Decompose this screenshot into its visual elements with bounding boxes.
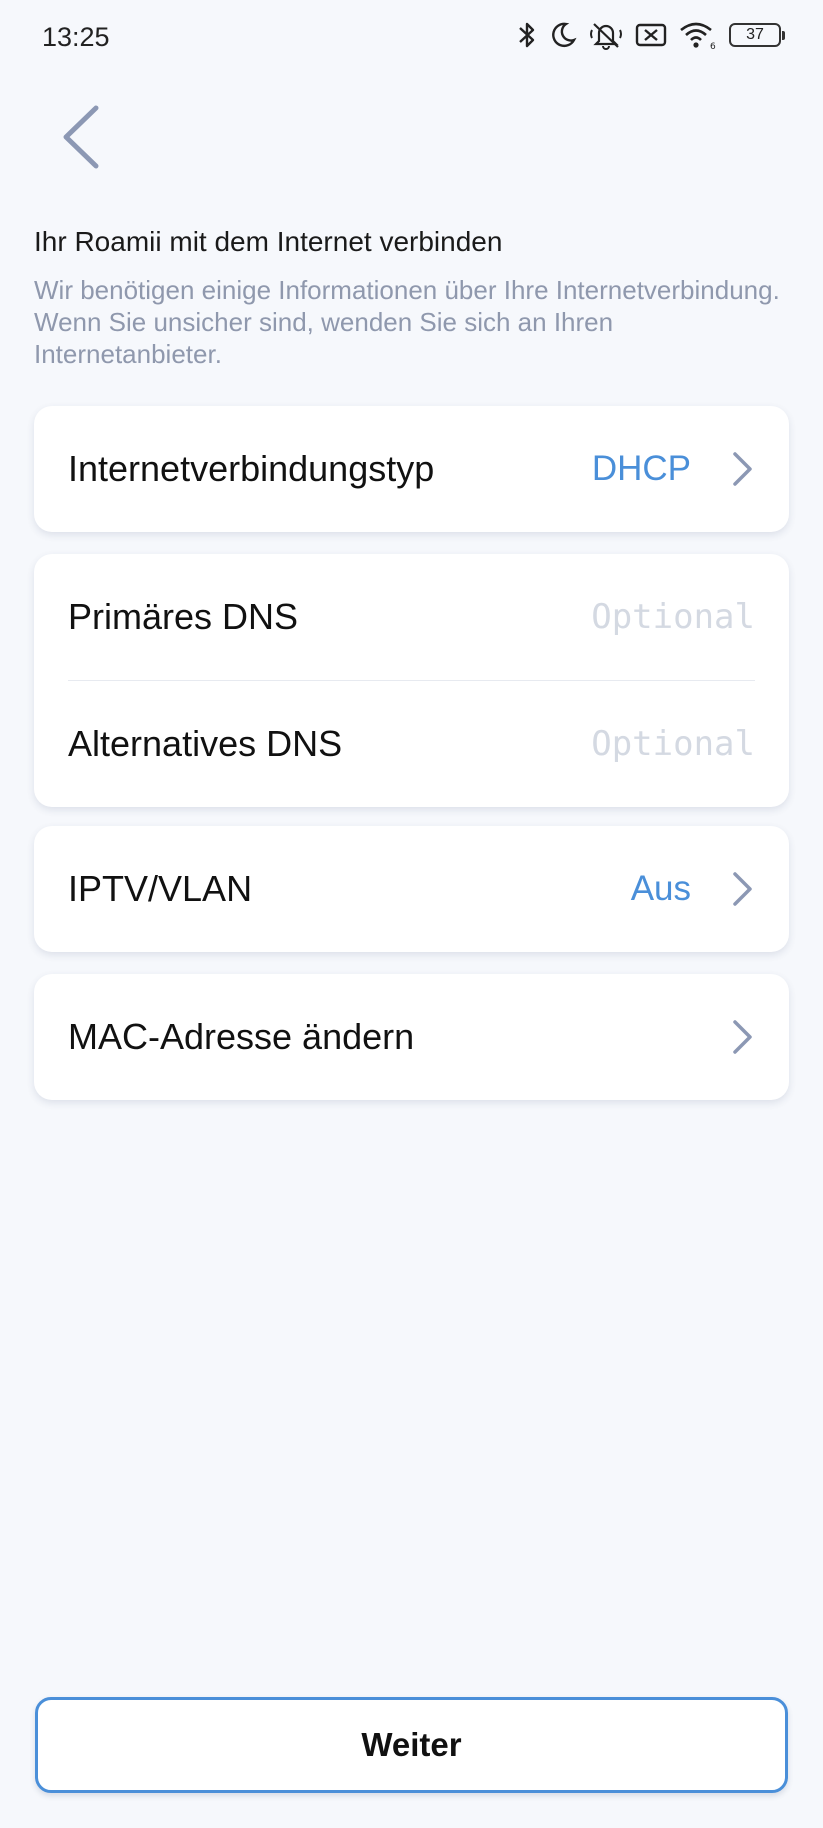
connection-type-value: DHCP [591,449,691,488]
chevron-left-icon [63,105,99,169]
connection-type-card: Internetverbindungstyp DHCP [34,406,789,532]
primary-dns-input[interactable]: Optional [591,597,755,637]
alternative-dns-label: Alternatives DNS [68,723,343,764]
iptv-label: IPTV/VLAN [68,868,253,909]
dns-card: Primäres DNS Optional Alternatives DNS O… [34,554,789,807]
bell-off-icon [589,20,623,50]
iptv-row[interactable]: IPTV/VLAN Aus [34,826,789,952]
mac-card: MAC-Adresse ändern [34,974,789,1100]
iptv-value: Aus [630,869,691,908]
status-time: 13:25 [42,22,110,52]
iptv-card: IPTV/VLAN Aus [34,826,789,952]
chevron-right-icon [733,452,752,486]
mac-row[interactable]: MAC-Adresse ändern [34,974,789,1100]
wifi-icon: 6 [679,20,717,50]
primary-dns-row[interactable]: Primäres DNS Optional [34,554,789,680]
bluetooth-icon [517,20,537,50]
mac-label: MAC-Adresse ändern [68,1016,415,1057]
primary-dns-label: Primäres DNS [68,596,299,637]
page-description: Wir benötigen einige Informationen über … [34,275,780,369]
battery-icon: 37 [729,23,785,47]
alternative-dns-row[interactable]: Alternatives DNS Optional [34,681,789,807]
moon-icon [549,20,577,50]
connection-type-label: Internetverbindungstyp [68,448,435,489]
page-title: Ihr Roamii mit dem Internet verbinden [34,226,503,257]
back-button[interactable] [56,98,116,176]
sim-off-icon [635,22,667,48]
alternative-dns-input[interactable]: Optional [591,724,755,764]
status-icons: 6 37 [517,20,785,50]
next-button[interactable]: Weiter [35,1697,788,1793]
connection-type-row[interactable]: Internetverbindungstyp DHCP [34,406,789,532]
chevron-right-icon [733,1020,752,1054]
chevron-right-icon [733,872,752,906]
status-bar: 13:25 6 37 [0,0,823,78]
svg-text:6: 6 [710,42,716,50]
